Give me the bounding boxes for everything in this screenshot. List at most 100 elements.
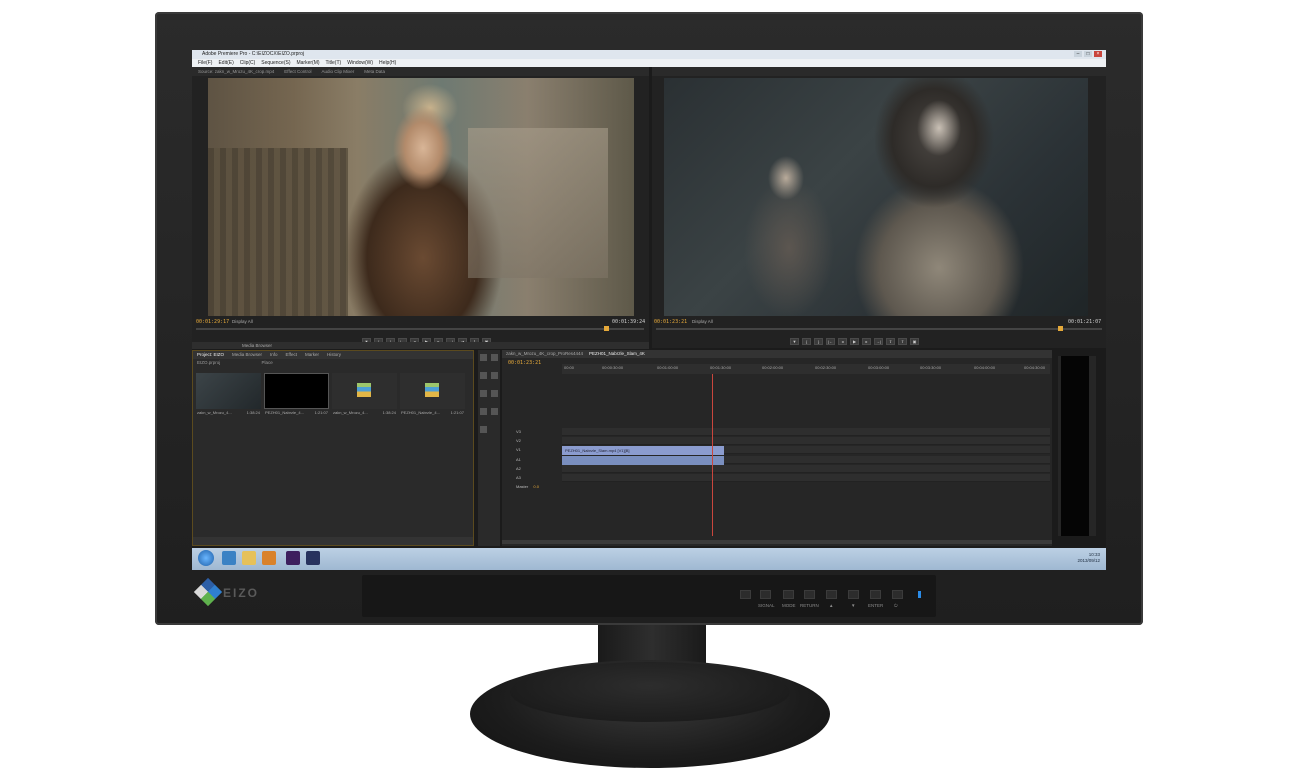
project-footer: [193, 537, 473, 545]
menu-help[interactable]: Help(H): [379, 59, 396, 67]
source-timecode-in[interactable]: 00:01:29:17: [196, 319, 229, 325]
menu-title[interactable]: Title(T): [326, 59, 342, 67]
menu-window[interactable]: Window(W): [347, 59, 373, 67]
tab-meta-data[interactable]: Meta Data: [364, 67, 385, 76]
program-go-to-in-button[interactable]: |←: [826, 338, 835, 345]
source-playhead[interactable]: [604, 326, 609, 331]
tab-sequence-2[interactable]: PEZH01_Nabrzle_Slam_4K: [589, 350, 645, 358]
minimize-button[interactable]: –: [1074, 51, 1082, 57]
track-select-tool-icon[interactable]: [491, 354, 498, 361]
timeline-audio-clip[interactable]: [562, 456, 724, 465]
app-icon[interactable]: [306, 551, 320, 565]
system-clock[interactable]: 10:33 2013/09/12: [1077, 552, 1100, 564]
timeline-tabs: zakn_w_Mrozu_4K_crop_ProRes4444 PEZH01_N…: [502, 350, 1052, 358]
program-step-back-button[interactable]: ◂: [838, 338, 847, 345]
track-a3[interactable]: [562, 474, 1050, 482]
razor-tool-icon[interactable]: [480, 390, 487, 397]
return-button[interactable]: [804, 590, 815, 599]
mode-button[interactable]: [783, 590, 794, 599]
extract-button[interactable]: ⇪: [898, 338, 907, 345]
track-v2[interactable]: [562, 437, 1050, 445]
project-info: EIZO.prproj Place: [193, 359, 473, 373]
explorer-icon[interactable]: [242, 551, 256, 565]
selection-tool-icon[interactable]: [480, 354, 487, 361]
tab-sequence-1[interactable]: zakn_w_Mrozu_4K_crop_ProRes4444: [506, 350, 583, 358]
track-header-master[interactable]: Master 0.0: [502, 483, 562, 491]
start-button[interactable]: [198, 550, 214, 566]
track-header-a2[interactable]: A2: [502, 465, 562, 473]
program-add-marker-button[interactable]: ▼: [790, 338, 799, 345]
media-player-icon[interactable]: [262, 551, 276, 565]
project-search-label[interactable]: Place: [262, 360, 273, 365]
close-button[interactable]: ×: [1094, 51, 1102, 57]
slip-tool-icon[interactable]: [491, 390, 498, 397]
program-play-button[interactable]: ▶: [850, 338, 859, 345]
program-scrub-bar[interactable]: [656, 328, 1102, 330]
track-v3[interactable]: [562, 428, 1050, 436]
tab-info[interactable]: Info: [270, 351, 278, 359]
program-playhead[interactable]: [1058, 326, 1063, 331]
clip-thumbnail: [196, 373, 261, 409]
track-header-a1[interactable]: A1: [502, 456, 562, 464]
timeline-timecode[interactable]: 00:01:23:21: [508, 360, 541, 366]
up-button[interactable]: [826, 590, 837, 599]
media-browser-label[interactable]: Media Browser: [242, 343, 272, 348]
window-controls: – □ ×: [1074, 51, 1102, 57]
menu-edit[interactable]: Edit(E): [218, 59, 233, 67]
down-label: ▼: [851, 603, 856, 608]
zoom-tool-icon[interactable]: [480, 426, 487, 433]
menu-clip[interactable]: Clip(C): [240, 59, 256, 67]
ruler-tick: 00:03:00:00: [868, 365, 890, 370]
track-a2[interactable]: [562, 465, 1050, 473]
tab-audio-clip-mixer[interactable]: Audio Clip Mixer: [321, 67, 354, 76]
tab-effect-control[interactable]: Effect Control: [284, 67, 311, 76]
track-header-v2[interactable]: V2: [502, 437, 562, 445]
tab-source[interactable]: Source: zakn_w_Mrozu_4K_crop.mp4: [198, 67, 274, 76]
item-name: PEZH01_Nabrzle_4...: [401, 410, 440, 415]
program-export-frame-button[interactable]: ▣: [910, 338, 919, 345]
program-step-forward-button[interactable]: ▸: [862, 338, 871, 345]
tab-marker[interactable]: Marker: [305, 351, 319, 359]
premiere-icon[interactable]: [286, 551, 300, 565]
ie-icon[interactable]: [222, 551, 236, 565]
hand-tool-icon[interactable]: [491, 408, 498, 415]
power-button[interactable]: [892, 590, 903, 599]
timeline-scrollbar[interactable]: [502, 540, 1052, 544]
timeline-video-clip[interactable]: PEZH01_Nabrzle_Slam.mp4 [V1][B]: [562, 446, 724, 455]
rolling-edit-tool-icon[interactable]: [491, 372, 498, 379]
hw-button[interactable]: [740, 590, 751, 599]
timeline-playhead[interactable]: [712, 374, 713, 536]
pen-tool-icon[interactable]: [480, 408, 487, 415]
tab-history[interactable]: History: [327, 351, 341, 359]
source-scrub-bar[interactable]: [196, 328, 644, 330]
project-item[interactable]: zakn_w_Mrozu_4... 1:38:24: [332, 373, 397, 416]
timeline-ruler[interactable]: 00:00 00:00:30:00 00:01:00:00 00:01:30:0…: [562, 364, 1050, 374]
item-duration: 1:21:07: [450, 410, 464, 415]
program-timecode-in[interactable]: 00:01:23:21: [654, 319, 687, 325]
project-item[interactable]: PEZH01_Nabrzle_4... 1:21:07: [264, 373, 329, 416]
enter-button[interactable]: [870, 590, 881, 599]
source-fit-select[interactable]: Display All: [232, 319, 253, 324]
program-fit-select[interactable]: Display All: [692, 319, 713, 324]
lift-button[interactable]: ⇧: [886, 338, 895, 345]
program-mark-in-button[interactable]: {: [802, 338, 811, 345]
maximize-button[interactable]: □: [1084, 51, 1092, 57]
down-button[interactable]: [848, 590, 859, 599]
track-header-v1[interactable]: V1: [502, 446, 562, 454]
track-header-a3[interactable]: A3: [502, 474, 562, 482]
tab-media-browser[interactable]: Media Browser: [232, 351, 262, 359]
project-item[interactable]: PEZH01_Nabrzle_4... 1:21:07: [400, 373, 465, 416]
program-mark-out-button[interactable]: }: [814, 338, 823, 345]
master-value[interactable]: 0.0: [533, 484, 539, 489]
signal-button[interactable]: [760, 590, 771, 599]
program-go-to-out-button[interactable]: →|: [874, 338, 883, 345]
project-item[interactable]: zakn_w_Mrozu_4... 1:38:24: [196, 373, 261, 416]
menu-sequence[interactable]: Sequence(S): [261, 59, 290, 67]
track-header-v3[interactable]: V3: [502, 428, 562, 436]
tab-effect[interactable]: Effect: [286, 351, 297, 359]
menu-marker[interactable]: Marker(M): [296, 59, 319, 67]
power-led: [918, 591, 921, 598]
menu-file[interactable]: File(F): [198, 59, 212, 67]
ripple-edit-tool-icon[interactable]: [480, 372, 487, 379]
tab-project[interactable]: Project: EIZO: [197, 351, 224, 359]
